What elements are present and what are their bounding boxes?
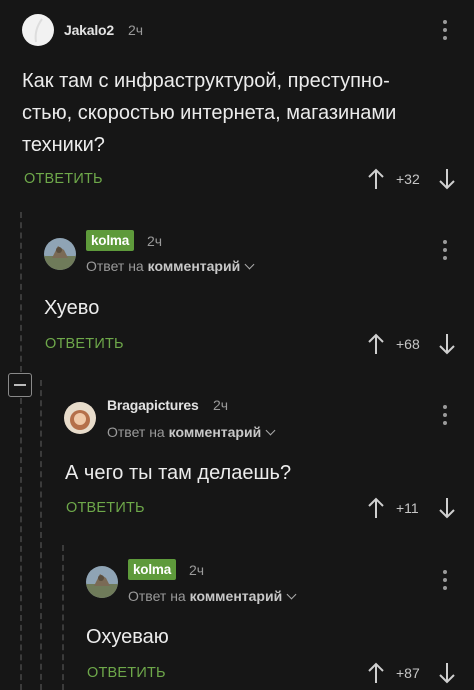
reply-button[interactable]: ОТВЕТИТЬ [66,500,145,516]
more-options-icon[interactable] [443,570,447,594]
comment-time: 2ч [213,397,229,413]
comment-score: +11 [396,500,419,516]
comment-score: +87 [396,665,420,681]
reply-to-prefix: Ответ на [86,258,144,274]
avatar[interactable] [64,402,96,434]
reply-to-info[interactable]: Ответ на комментарий [86,258,255,274]
upvote-icon[interactable] [367,333,385,355]
thread-line-level1-lower [20,398,22,690]
comment-text-line: А чего ты там делаешь? [65,462,292,484]
upvote-icon[interactable] [367,168,385,190]
more-options-icon[interactable] [443,405,447,429]
avatar[interactable] [86,566,118,598]
avatar[interactable] [22,14,54,46]
downvote-icon[interactable] [438,497,456,519]
downvote-icon[interactable] [438,662,456,684]
comment-score: +32 [396,171,420,187]
comment-text-line: Охуеваю [86,626,169,648]
comment-text-line: Как там с инфраструктурой, преступно- [22,70,390,92]
thread-line-level1 [20,212,22,372]
comment-author[interactable]: kolma [86,230,135,251]
comment-text-line: стью, скоростью интернета, магазинами [22,102,397,124]
comment-time: 2ч [147,233,163,249]
reply-to-target[interactable]: комментарий [169,424,262,440]
comment-score: +68 [396,336,420,352]
comment-time: 2ч [189,562,205,578]
upvote-icon[interactable] [367,662,385,684]
avatar[interactable] [44,238,76,270]
chevron-down-icon[interactable] [244,259,255,270]
collapse-thread-button[interactable] [8,373,32,397]
reply-to-target[interactable]: комментарий [190,588,283,604]
reply-to-prefix: Ответ на [128,588,186,604]
thread-line-level3 [62,545,64,690]
reply-to-prefix: Ответ на [107,424,165,440]
chevron-down-icon[interactable] [286,589,297,600]
comment-author[interactable]: Jakalo2 [64,22,114,38]
comment-author[interactable]: kolma [128,559,177,580]
comment-author[interactable]: Bragapictures [107,397,199,413]
reply-button[interactable]: ОТВЕТИТЬ [24,171,103,187]
reply-to-info[interactable]: Ответ на комментарий [128,588,297,604]
chevron-down-icon[interactable] [265,425,276,436]
downvote-icon[interactable] [438,168,456,190]
reply-to-target[interactable]: комментарий [148,258,241,274]
thread-line-level2 [40,380,42,690]
comment-text-line: техники? [22,134,105,156]
reply-button[interactable]: ОТВЕТИТЬ [45,336,124,352]
more-options-icon[interactable] [443,240,447,264]
upvote-icon[interactable] [367,497,385,519]
comment-time: 2ч [128,22,144,38]
reply-to-info[interactable]: Ответ на комментарий [107,424,276,440]
downvote-icon[interactable] [438,333,456,355]
more-options-icon[interactable] [443,20,447,44]
comment-text-line: Хуево [44,297,100,319]
reply-button[interactable]: ОТВЕТИТЬ [87,665,166,681]
